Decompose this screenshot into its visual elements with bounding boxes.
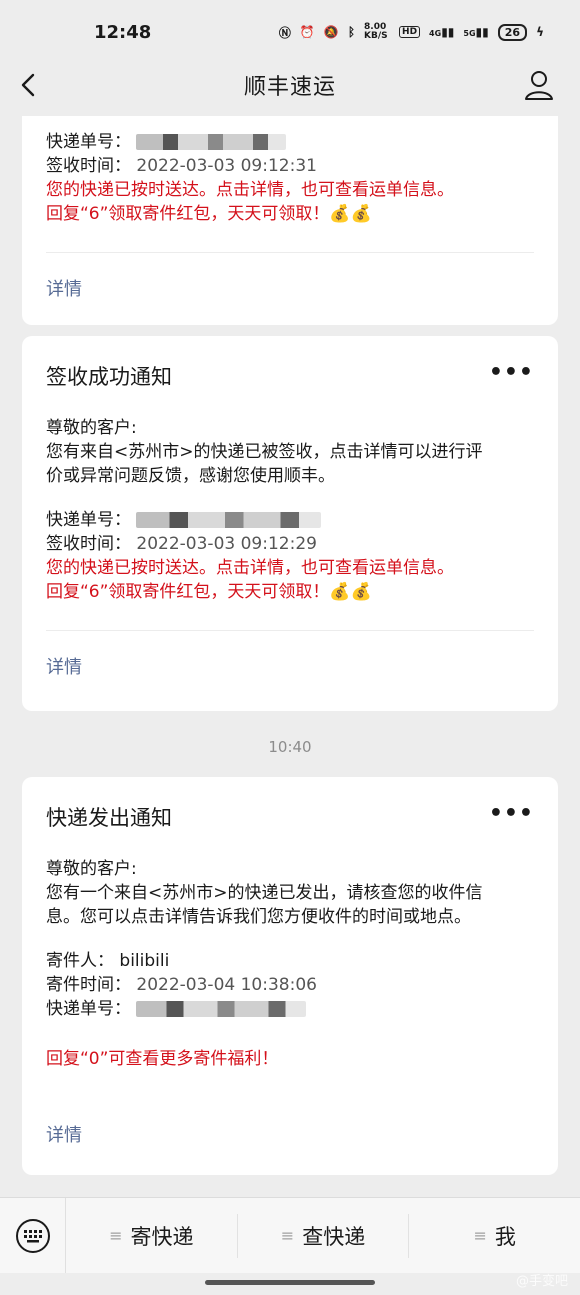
signal-5g-label: 5G <box>463 29 476 38</box>
battery-icon: 26 <box>497 23 528 41</box>
send-time-value: 2022-03-04 10:38:06 <box>136 975 317 995</box>
benefit-notice: 回复“0”可查看更多寄件福利！ <box>46 1049 279 1069</box>
send-time-label: 寄件时间： <box>46 975 131 995</box>
back-arrow-icon[interactable] <box>18 70 40 100</box>
signal-4g-icon: 4G▮▮ <box>429 25 455 39</box>
sign-time-row: 签收时间： 2022-03-03 09:12:29 <box>46 532 534 556</box>
sender-value: bilibili <box>119 951 170 971</box>
menu-me[interactable]: ≡ 我 <box>409 1214 580 1258</box>
card-title: 快递发出通知 <box>46 806 172 830</box>
status-bar: 12:48 Ⓝ ⏰ 🔕 ᛒ 8.00 KB/S HD 4G▮▮ 5G▮▮ 26 … <box>0 0 580 64</box>
sign-time-label: 签收时间： <box>46 156 131 176</box>
sender-label: 寄件人： <box>46 951 114 971</box>
body-line-2: 息。您可以点击详情告诉我们您方便收件的时间或地点。 <box>46 907 471 927</box>
sign-time-value: 2022-03-03 09:12:31 <box>136 156 317 176</box>
tracking-number-row: 快递单号： <box>46 997 534 1021</box>
hd-icon: HD <box>399 26 421 38</box>
tracking-number-masked <box>136 134 287 150</box>
detail-link[interactable]: 详情 <box>46 653 534 679</box>
mute-icon: 🔕 <box>323 25 339 39</box>
body-line-2: 价或异常问题反馈，感谢您使用顺丰。 <box>46 466 335 486</box>
tracking-number-label: 快递单号： <box>46 510 131 530</box>
card-divider <box>46 252 534 253</box>
network-speed-icon: 8.00 KB/S <box>364 22 388 41</box>
nav-bar: 顺丰速运 <box>0 64 580 106</box>
on-time-notice: 您的快递已按时送达。点击详情，也可查看运单信息。 <box>46 180 454 200</box>
chat-timestamp: 10:40 <box>268 738 312 756</box>
status-icons: Ⓝ ⏰ 🔕 ᛒ 8.00 KB/S HD 4G▮▮ 5G▮▮ 26 ϟ <box>279 23 544 41</box>
greeting: 尊敬的客户: <box>46 418 137 438</box>
alarm-icon: ⏰ <box>299 25 315 39</box>
signal-4g-label: 4G <box>429 29 442 38</box>
card-header: 快递发出通知 ••• <box>46 777 534 857</box>
watermark: @手变吧 <box>515 1274 568 1289</box>
body-line-1: 您有一个来自<苏州市>的快递已发出，请核查您的收件信 <box>46 883 483 903</box>
home-indicator[interactable] <box>205 1280 375 1285</box>
charging-icon: ϟ <box>536 25 544 39</box>
tracking-number-label: 快递单号： <box>46 999 131 1019</box>
keyboard-icon <box>15 1218 50 1253</box>
menu-label: 我 <box>494 1224 516 1249</box>
card-title: 签收成功通知 <box>46 365 172 389</box>
delivered-notice-card-partial: 快递单号： 签收时间： 2022-03-03 09:12:31 您的快递已按时送… <box>22 116 558 325</box>
menu-label: 查快递 <box>302 1224 366 1249</box>
more-options-icon[interactable]: ••• <box>489 801 534 834</box>
sign-time-value: 2022-03-03 09:12:29 <box>136 534 317 554</box>
profile-icon[interactable] <box>522 68 556 102</box>
status-time: 12:48 <box>94 21 152 43</box>
keyboard-toggle-button[interactable] <box>0 1198 66 1273</box>
menu-lines-icon: ≡ <box>280 1226 295 1245</box>
on-time-notice: 您的快递已按时送达。点击详情，也可查看运单信息。 <box>46 558 454 578</box>
more-options-icon[interactable]: ••• <box>489 360 534 393</box>
tracking-number-label: 快递单号： <box>46 132 131 152</box>
sign-success-notice-card: 签收成功通知 ••• 尊敬的客户: 您有来自<苏州市>的快递已被签收，点击详情可… <box>22 336 558 711</box>
red-packet-notice: 回复“6”领取寄件红包，天天可领取！💰💰 <box>46 204 372 224</box>
menu-send-express[interactable]: ≡ 寄快递 <box>66 1213 238 1258</box>
menu-lines-icon: ≡ <box>473 1226 487 1245</box>
menu-lines-icon: ≡ <box>109 1226 123 1245</box>
tracking-number-row: 快递单号： <box>46 508 534 532</box>
signal-5g-icon: 5G▮▮ <box>463 25 489 39</box>
tracking-number-row: 快递单号： <box>46 130 534 154</box>
body-line-1: 您有来自<苏州市>的快递已被签收，点击详情可以进行评 <box>46 442 483 462</box>
nfc-icon: Ⓝ <box>278 25 291 40</box>
red-packet-notice: 回复“6”领取寄件红包，天天可领取！💰💰 <box>46 582 372 602</box>
tracking-number-masked <box>136 512 322 528</box>
sign-time-label: 签收时间： <box>46 534 131 554</box>
message-body: 尊敬的客户: 您有来自<苏州市>的快递已被签收，点击详情可以进行评 价或异常问题… <box>46 416 534 488</box>
card-divider <box>46 630 534 631</box>
bluetooth-icon: ᛒ <box>347 25 356 39</box>
detail-link[interactable]: 详情 <box>46 275 534 301</box>
greeting: 尊敬的客户: <box>46 859 137 879</box>
menu-label: 寄快递 <box>130 1224 194 1249</box>
card-header: 签收成功通知 ••• <box>46 336 534 416</box>
chat-title: 顺丰速运 <box>243 75 336 100</box>
detail-link[interactable]: 详情 <box>46 1121 534 1147</box>
tracking-number-masked <box>136 1001 307 1017</box>
sign-time-row: 签收时间： 2022-03-03 09:12:31 <box>46 154 534 178</box>
sender-row: 寄件人： bilibili <box>46 949 534 973</box>
message-body: 尊敬的客户: 您有一个来自<苏州市>的快递已发出，请核查您的收件信 息。您可以点… <box>46 857 534 929</box>
menu-track-express[interactable]: ≡ 查快递 <box>238 1213 410 1258</box>
bottom-menu: ≡ 寄快递 ≡ 查快递 ≡ 我 <box>0 1197 580 1273</box>
send-time-row: 寄件时间： 2022-03-04 10:38:06 <box>46 973 534 997</box>
shipment-sent-notice-card: 快递发出通知 ••• 尊敬的客户: 您有一个来自<苏州市>的快递已发出，请核查您… <box>22 777 558 1175</box>
